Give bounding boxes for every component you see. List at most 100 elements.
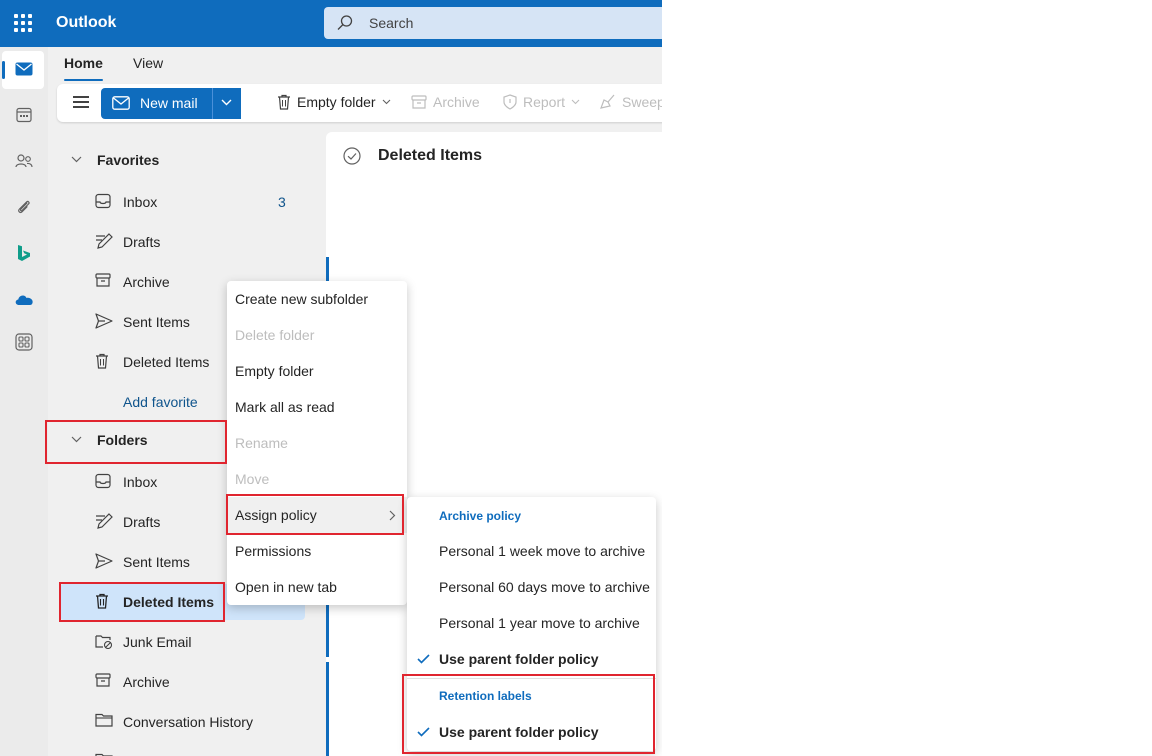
favorite-deleted-items-label: Deleted Items bbox=[123, 354, 210, 370]
trash-icon bbox=[278, 94, 290, 110]
sent-icon bbox=[95, 313, 113, 329]
menu-mark-all-read[interactable]: Mark all as read bbox=[227, 389, 407, 425]
favorite-inbox[interactable]: Inbox 3 bbox=[48, 182, 318, 222]
favorite-inbox-label: Inbox bbox=[123, 194, 158, 210]
bing-icon bbox=[18, 245, 30, 261]
menu-open-new-tab[interactable]: Open in new tab bbox=[227, 569, 407, 605]
favorite-archive-label: Archive bbox=[123, 274, 170, 290]
message-list-title: Deleted Items bbox=[378, 147, 483, 164]
archive-button[interactable]: Archive bbox=[411, 94, 480, 110]
favorite-drafts[interactable]: Drafts bbox=[48, 222, 318, 262]
menu-divider bbox=[407, 678, 656, 679]
policy-60-days[interactable]: Personal 60 days move to archive bbox=[407, 569, 656, 605]
chevron-down-icon bbox=[382, 99, 390, 105]
chevron-down-icon bbox=[571, 99, 580, 105]
folder-next[interactable] bbox=[48, 742, 318, 756]
rail-apps[interactable] bbox=[0, 322, 48, 362]
trash-icon bbox=[96, 353, 108, 369]
archive-icon bbox=[95, 673, 111, 687]
assign-policy-submenu: Archive policy Personal 1 week move to a… bbox=[407, 497, 656, 751]
menu-item-label: Assign policy bbox=[235, 507, 317, 523]
new-mail-dropdown[interactable] bbox=[212, 88, 240, 119]
policy-1-week[interactable]: Personal 1 week move to archive bbox=[407, 533, 656, 569]
mail-icon bbox=[15, 62, 33, 76]
unread-stripe bbox=[326, 662, 329, 756]
favorites-header[interactable]: Favorites bbox=[48, 140, 318, 180]
empty-folder-button[interactable]: Empty folder bbox=[277, 94, 391, 110]
menu-item-label: Mark all as read bbox=[235, 399, 335, 415]
sweep-label: Sweep bbox=[622, 94, 662, 110]
outlook-window: Outlook Search Home View New mail Empty … bbox=[0, 0, 662, 756]
folder-drafts-label: Drafts bbox=[123, 514, 161, 530]
folder-conversation-history[interactable]: Conversation History bbox=[48, 702, 318, 742]
chevron-down-icon bbox=[71, 156, 82, 163]
rail-calendar[interactable] bbox=[0, 95, 48, 135]
rail-files[interactable] bbox=[0, 187, 48, 227]
folder-conversation-history-label: Conversation History bbox=[123, 714, 253, 730]
drafts-icon bbox=[96, 233, 113, 249]
shield-icon bbox=[503, 94, 517, 110]
menu-move[interactable]: Move bbox=[227, 461, 407, 497]
rail-bing[interactable] bbox=[0, 233, 48, 273]
report-label: Report bbox=[523, 94, 566, 110]
unread-stripe bbox=[326, 257, 329, 282]
policy-1-year[interactable]: Personal 1 year move to archive bbox=[407, 605, 656, 641]
folder-junk-email-label: Junk Email bbox=[123, 634, 192, 650]
top-bar: Outlook Search bbox=[0, 0, 662, 47]
rail-mail[interactable] bbox=[0, 49, 48, 89]
new-mail-label: New mail bbox=[140, 95, 198, 111]
search-box[interactable]: Search bbox=[324, 7, 662, 39]
report-button[interactable]: Report bbox=[503, 94, 580, 110]
checkmark-icon bbox=[417, 654, 430, 664]
tab-view[interactable]: View bbox=[133, 55, 163, 71]
retention-use-parent-policy[interactable]: Use parent folder policy bbox=[407, 714, 656, 750]
menu-permissions[interactable]: Permissions bbox=[227, 533, 407, 569]
folder-inbox-label: Inbox bbox=[123, 474, 158, 490]
favorite-sent-items-label: Sent Items bbox=[123, 314, 190, 330]
app-rail bbox=[0, 47, 48, 756]
hamburger-menu-icon[interactable] bbox=[73, 96, 89, 108]
favorites-label: Favorites bbox=[97, 152, 160, 168]
menu-item-label: Use parent folder policy bbox=[439, 724, 599, 740]
archive-icon bbox=[95, 273, 111, 287]
onedrive-icon bbox=[15, 294, 33, 305]
folder-archive[interactable]: Archive bbox=[48, 662, 318, 702]
rail-people[interactable] bbox=[0, 141, 48, 181]
app-title[interactable]: Outlook bbox=[56, 14, 116, 32]
calendar-icon bbox=[16, 107, 32, 123]
paperclip-icon bbox=[18, 200, 30, 214]
menu-assign-policy[interactable]: Assign policy bbox=[227, 497, 407, 533]
rail-onedrive[interactable] bbox=[0, 279, 48, 319]
folder-sent-items-label: Sent Items bbox=[123, 554, 190, 570]
sweep-button[interactable]: Sweep bbox=[600, 94, 662, 110]
menu-item-label: Open in new tab bbox=[235, 579, 337, 595]
menu-delete-folder[interactable]: Delete folder bbox=[227, 317, 407, 353]
search-icon bbox=[337, 15, 353, 30]
menu-item-label: Personal 60 days move to archive bbox=[439, 579, 650, 595]
menu-item-label: Delete folder bbox=[235, 327, 315, 343]
search-placeholder: Search bbox=[369, 15, 414, 31]
empty-folder-label: Empty folder bbox=[297, 94, 376, 110]
ribbon-toolbar: New mail Empty folder Archive Report Swe… bbox=[57, 84, 662, 122]
tab-home[interactable]: Home bbox=[64, 55, 103, 81]
menu-item-label: Personal 1 week move to archive bbox=[439, 543, 646, 559]
menu-item-label: Rename bbox=[235, 435, 288, 451]
chevron-right-icon bbox=[389, 510, 396, 521]
menu-item-label: Empty folder bbox=[235, 363, 314, 379]
menu-item-label: Personal 1 year move to archive bbox=[439, 615, 640, 631]
sent-icon bbox=[95, 553, 113, 569]
trash-icon bbox=[96, 593, 108, 609]
folder-junk-email[interactable]: Junk Email bbox=[48, 622, 318, 662]
retention-labels-header: Retention labels bbox=[439, 689, 532, 703]
archive-icon bbox=[411, 95, 427, 109]
add-favorite-label: Add favorite bbox=[123, 394, 198, 410]
menu-create-subfolder[interactable]: Create new subfolder bbox=[227, 281, 407, 317]
menu-empty-folder[interactable]: Empty folder bbox=[227, 353, 407, 389]
menu-item-label: Permissions bbox=[235, 543, 312, 559]
app-launcher-icon[interactable] bbox=[14, 14, 32, 32]
select-all-checkbox-icon[interactable] bbox=[343, 147, 361, 165]
archive-use-parent-policy[interactable]: Use parent folder policy bbox=[407, 641, 656, 677]
menu-rename[interactable]: Rename bbox=[227, 425, 407, 461]
drafts-icon bbox=[96, 513, 113, 529]
junk-icon bbox=[95, 635, 113, 649]
